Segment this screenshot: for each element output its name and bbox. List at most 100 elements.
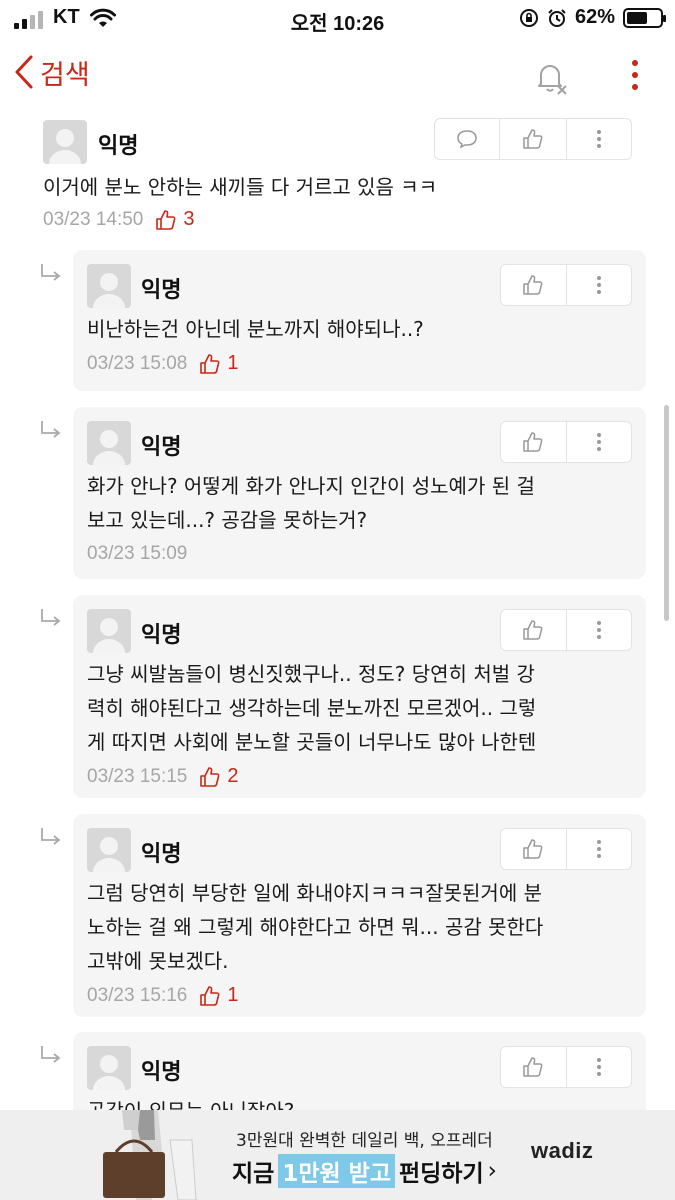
battery-percent: 62% <box>574 6 615 28</box>
thumbs-up-icon <box>523 1057 543 1077</box>
more-vertical-icon <box>596 276 601 294</box>
reply-more-button[interactable] <box>567 422 632 462</box>
thumbs-up-icon <box>523 129 543 149</box>
reply-more-button[interactable] <box>567 829 632 869</box>
reply-text: 그냥 씨발놈들이 병신짓했구나.. 정도? 당연히 처벌 강 력히 해야된다고 … <box>87 662 537 754</box>
more-vertical-icon <box>596 840 601 858</box>
thumbs-up-icon <box>523 620 543 640</box>
scrollbar[interactable] <box>664 405 669 621</box>
reply-text: 화가 안나? 어떻게 화가 안나지 인간이 성노예가 된 걸 보고 있는데...… <box>87 474 535 532</box>
reply-author: 익명 <box>141 1060 182 1085</box>
reply-actions <box>500 264 632 306</box>
bell-off-icon[interactable] <box>532 58 570 96</box>
like-count: 3 <box>155 208 195 231</box>
like-count-value: 1 <box>227 984 239 1006</box>
like-button[interactable] <box>501 610 567 650</box>
reply-actions <box>500 828 632 870</box>
like-count-value: 2 <box>227 765 239 787</box>
reply-comment: 익명 비난하는건 아닌데 분노까지 해야되나..? 03/23 15:08 1 <box>73 250 646 391</box>
like-count: 1 <box>199 352 239 375</box>
like-count-value: 1 <box>227 352 239 374</box>
back-chevron-icon <box>15 55 33 89</box>
more-vertical-icon <box>596 1058 601 1076</box>
reply-date: 03/23 15:15 <box>87 765 188 787</box>
more-vertical-icon <box>596 621 601 639</box>
reply-arrow-icon <box>41 264 61 281</box>
alarm-icon <box>548 8 566 27</box>
reply-author: 익명 <box>141 623 182 648</box>
reply-comment: 익명 화가 안나? 어떻게 화가 안나지 인간이 성노예가 된 걸 보고 있는데… <box>73 407 646 579</box>
thumbs-up-icon <box>200 985 220 1006</box>
reply-text: 비난하는건 아닌데 분노까지 해야되나..? <box>87 317 424 341</box>
back-label: 검색 <box>40 59 90 91</box>
ad-headline: 3만원대 완벽한 데일리 백, 오프레더 <box>236 1131 493 1151</box>
thumbs-up-icon <box>200 353 220 374</box>
comment-more-button[interactable] <box>567 119 631 159</box>
thumbs-up-icon <box>200 766 220 787</box>
like-button[interactable] <box>501 422 567 462</box>
reply-meta: 03/23 15:16 1 <box>87 984 239 1007</box>
reply-more-button[interactable] <box>567 265 632 305</box>
more-vertical-icon <box>596 433 601 451</box>
thumbs-up-icon <box>156 209 176 230</box>
like-button[interactable] <box>501 1047 567 1087</box>
ad-cta-highlight: 1만원 받고 <box>278 1154 395 1188</box>
avatar <box>43 120 87 164</box>
reply-arrow-icon <box>41 1046 61 1063</box>
comment: 익명 이거에 분노 안하는 새끼들 다 거르고 있음 ㅋㅋ 03/23 14:5… <box>0 112 675 244</box>
comment-date: 03/23 14:50 <box>43 208 144 230</box>
reply-actions <box>500 421 632 463</box>
like-count: 1 <box>199 984 239 1007</box>
speech-bubble-icon <box>457 130 477 149</box>
ad-cta-suffix: 펀딩하기 <box>398 1161 484 1187</box>
like-button[interactable] <box>501 829 567 869</box>
more-vertical-icon[interactable] <box>622 58 648 92</box>
orientation-lock-icon <box>519 8 538 27</box>
reply-meta: 03/23 15:09 <box>87 543 187 565</box>
thumbs-up-icon <box>523 839 543 859</box>
more-vertical-icon <box>596 130 601 148</box>
back-button[interactable]: 검색 <box>12 52 90 92</box>
reply-author: 익명 <box>141 842 182 867</box>
reply-more-button[interactable] <box>567 1047 632 1087</box>
ad-cta: 지금 1만원 받고 펀딩하기 › <box>232 1154 497 1188</box>
comment-actions <box>434 118 632 160</box>
ad-banner[interactable]: 3만원대 완벽한 데일리 백, 오프레더 지금 1만원 받고 펀딩하기 › wa… <box>0 1110 675 1200</box>
comment-meta: 03/23 14:50 3 <box>43 208 195 231</box>
thumbs-up-icon <box>523 275 543 295</box>
reply-comment: 익명 그럼 당연히 부당한 일에 화내야지ㅋㅋㅋ잘못된거에 분 노하는 걸 왜 … <box>73 814 646 1017</box>
reply-date: 03/23 15:16 <box>87 984 188 1006</box>
reply-more-button[interactable] <box>567 610 632 650</box>
like-count: 2 <box>199 765 239 788</box>
reply-date: 03/23 15:08 <box>87 352 188 374</box>
reply-meta: 03/23 15:15 2 <box>87 765 239 788</box>
battery-icon <box>623 7 666 28</box>
chevron-right-icon: › <box>487 1158 497 1184</box>
like-count-value: 3 <box>183 208 195 230</box>
nav-bar: 검색 <box>0 48 675 102</box>
reply-arrow-icon <box>41 828 61 845</box>
ad-brand-logo: wadiz <box>531 1138 594 1163</box>
avatar <box>87 609 131 653</box>
reply-text: 그럼 당연히 부당한 일에 화내야지ㅋㅋㅋ잘못된거에 분 노하는 걸 왜 그렇게… <box>87 881 544 973</box>
reply-button[interactable] <box>435 119 501 159</box>
avatar <box>87 828 131 872</box>
reply-arrow-icon <box>41 609 61 626</box>
avatar <box>87 1046 131 1090</box>
reply-actions <box>500 1046 632 1088</box>
avatar <box>87 421 131 465</box>
thumbs-up-icon <box>523 432 543 452</box>
like-button[interactable] <box>500 119 567 159</box>
reply-actions <box>500 609 632 651</box>
comment-text: 이거에 분노 안하는 새끼들 다 거르고 있음 ㅋㅋ <box>43 175 438 199</box>
avatar <box>87 264 131 308</box>
ad-cta-prefix: 지금 <box>232 1161 275 1187</box>
status-bar: KT 오전 10:26 62% <box>0 0 675 40</box>
reply-date: 03/23 15:09 <box>87 543 188 564</box>
ad-product-image <box>100 1110 210 1200</box>
status-right: 62% <box>519 6 666 29</box>
reply-meta: 03/23 15:08 1 <box>87 352 239 375</box>
like-button[interactable] <box>501 265 567 305</box>
reply-comment: 익명 그냥 씨발놈들이 병신짓했구나.. 정도? 당연히 처벌 강 력히 해야된… <box>73 595 646 798</box>
comment-author: 익명 <box>98 134 139 159</box>
